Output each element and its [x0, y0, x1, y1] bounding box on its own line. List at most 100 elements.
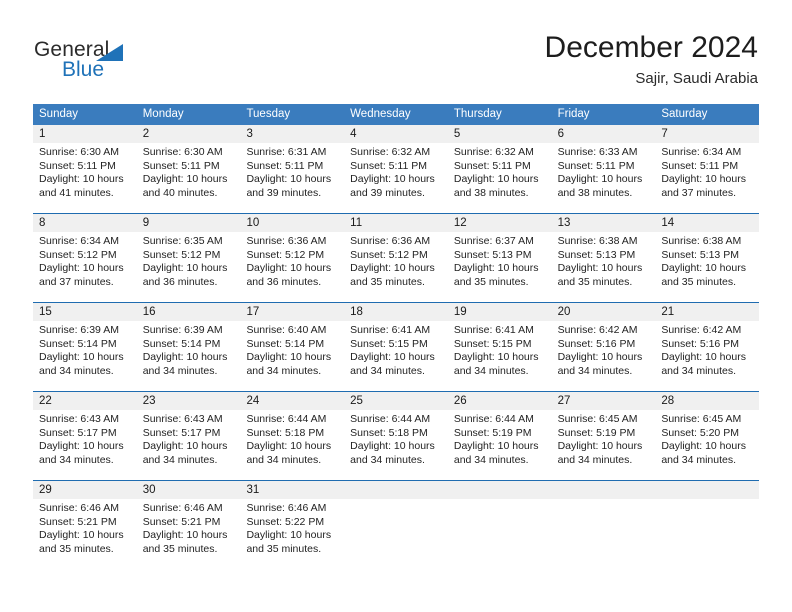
day-number: 27 — [551, 392, 656, 410]
daylight-text: Daylight: 10 hours and 35 minutes. — [350, 262, 435, 288]
sunrise-text: Sunrise: 6:42 AM — [661, 324, 742, 336]
day-details: Sunrise: 6:44 AM Sunset: 5:18 PM Daylight:… — [344, 410, 448, 480]
day-details: Sunrise: 6:42 AM Sunset: 5:16 PM Daylight:… — [655, 321, 759, 391]
day-cell[interactable]: 19 Sunrise: 6:41 AM Sunset: 5:15 PM Dayligh… — [447, 303, 552, 391]
day-number: 1 — [33, 125, 137, 143]
day-cell[interactable]: 24 Sunrise: 6:44 AM Sunset: 5:18 PM Dayligh… — [240, 392, 345, 480]
day-cell[interactable]: 9 Sunrise: 6:35 AM Sunset: 5:12 PM Daylight… — [136, 214, 241, 302]
daylight-text: Daylight: 10 hours and 39 minutes. — [350, 173, 435, 199]
day-number: 30 — [136, 481, 241, 499]
daylight-text: Daylight: 10 hours and 35 minutes. — [557, 262, 643, 288]
sunset-text: Sunset: 5:19 PM — [557, 426, 636, 439]
day-details: Sunrise: 6:45 AM Sunset: 5:19 PM Daylight:… — [552, 410, 656, 480]
day-cell[interactable]: 31 Sunrise: 6:46 AM Sunset: 5:22 PM Dayligh… — [240, 481, 345, 569]
daylight-text: Daylight: 10 hours and 40 minutes. — [142, 173, 228, 199]
sunset-text: Sunset: 5:14 PM — [142, 337, 221, 350]
day-details: Sunrise: 6:45 AM Sunset: 5:20 PM Daylight:… — [655, 410, 759, 480]
day-details: Sunrise: 6:36 AM Sunset: 5:12 PM Daylight:… — [240, 232, 344, 302]
sunset-text: Sunset: 5:19 PM — [453, 426, 532, 439]
day-cell[interactable]: 17 Sunrise: 6:40 AM Sunset: 5:14 PM Dayligh… — [240, 303, 345, 391]
day-cell[interactable]: 16 Sunrise: 6:39 AM Sunset: 5:14 PM Dayligh… — [136, 303, 241, 391]
day-details: Sunrise: 6:37 AM Sunset: 5:13 PM Daylight:… — [448, 232, 552, 302]
day-details: Sunrise: 6:46 AM Sunset: 5:22 PM Daylight:… — [240, 499, 344, 569]
sunrise-text: Sunrise: 6:43 AM — [142, 413, 223, 425]
weekday-header-friday: Friday — [557, 108, 590, 120]
day-cell[interactable]: 5 Sunrise: 6:32 AM Sunset: 5:11 PM Daylight… — [447, 125, 552, 213]
day-cell[interactable]: 28 Sunrise: 6:45 AM Sunset: 5:20 PM Dayligh… — [655, 392, 760, 480]
day-cell[interactable]: 25 Sunrise: 6:44 AM Sunset: 5:18 PM Dayligh… — [344, 392, 448, 480]
sunset-text: Sunset: 5:12 PM — [350, 248, 428, 261]
day-cell[interactable]: 13 Sunrise: 6:38 AM Sunset: 5:13 PM Dayligh… — [551, 214, 656, 302]
sunset-text: Sunset: 5:16 PM — [661, 337, 739, 350]
day-cell[interactable]: 26 Sunrise: 6:44 AM Sunset: 5:19 PM Dayligh… — [447, 392, 552, 480]
day-cell[interactable]: 20 Sunrise: 6:42 AM Sunset: 5:16 PM Dayligh… — [551, 303, 656, 391]
daylight-text: Daylight: 10 hours and 37 minutes. — [39, 262, 124, 288]
week-row: 8 Sunrise: 6:34 AM Sunset: 5:12 PM Daylight… — [33, 213, 760, 302]
daylight-text: Daylight: 10 hours and 35 minutes. — [39, 529, 124, 555]
sunset-text: Sunset: 5:13 PM — [453, 248, 532, 261]
day-number: 10 — [240, 214, 345, 232]
daylight-text: Daylight: 10 hours and 34 minutes. — [246, 351, 332, 377]
page-header: General Blue December 2024 Sajir, Saudi … — [0, 0, 792, 96]
day-cell[interactable]: 11 Sunrise: 6:36 AM Sunset: 5:12 PM Dayligh… — [344, 214, 448, 302]
day-number: 14 — [655, 214, 760, 232]
day-cell[interactable]: 12 Sunrise: 6:37 AM Sunset: 5:13 PM Dayligh… — [447, 214, 552, 302]
sunset-text: Sunset: 5:22 PM — [246, 515, 325, 528]
day-cell[interactable]: 15 Sunrise: 6:39 AM Sunset: 5:14 PM Dayligh… — [33, 303, 137, 391]
day-cell[interactable]: 14 Sunrise: 6:38 AM Sunset: 5:13 PM Dayligh… — [655, 214, 760, 302]
sunrise-text: Sunrise: 6:30 AM — [142, 146, 223, 158]
day-cell[interactable]: 10 Sunrise: 6:36 AM Sunset: 5:12 PM Dayligh… — [240, 214, 345, 302]
day-details: Sunrise: 6:39 AM Sunset: 5:14 PM Daylight:… — [33, 321, 137, 391]
day-cell[interactable]: 1 Sunrise: 6:30 AM Sunset: 5:11 PM Daylight… — [33, 125, 137, 213]
day-cell[interactable]: 4 Sunrise: 6:32 AM Sunset: 5:11 PM Daylight… — [344, 125, 448, 213]
day-cell[interactable]: 27 Sunrise: 6:45 AM Sunset: 5:19 PM Dayligh… — [551, 392, 656, 480]
day-details: Sunrise: 6:46 AM Sunset: 5:21 PM Daylight:… — [33, 499, 137, 569]
calendar-page: General Blue December 2024 Sajir, Saudi … — [0, 0, 792, 612]
day-number: 23 — [136, 392, 241, 410]
sunrise-text: Sunrise: 6:45 AM — [557, 413, 638, 425]
daylight-text: Daylight: 10 hours and 34 minutes. — [39, 351, 124, 377]
sunset-text: Sunset: 5:11 PM — [246, 159, 324, 172]
day-cell[interactable]: 18 Sunrise: 6:41 AM Sunset: 5:15 PM Dayligh… — [344, 303, 448, 391]
sunset-text: Sunset: 5:12 PM — [39, 248, 117, 261]
day-cell[interactable]: 3 Sunrise: 6:31 AM Sunset: 5:11 PM Daylight… — [240, 125, 345, 213]
day-details: Sunrise: 6:46 AM Sunset: 5:21 PM Daylight:… — [137, 499, 241, 569]
sunrise-text: Sunrise: 6:44 AM — [246, 413, 327, 425]
day-number: 5 — [447, 125, 552, 143]
sunset-text: Sunset: 5:21 PM — [39, 515, 117, 528]
day-cell[interactable]: 8 Sunrise: 6:34 AM Sunset: 5:12 PM Daylight… — [33, 214, 137, 302]
sunrise-text: Sunrise: 6:41 AM — [453, 324, 534, 336]
daylight-text: Daylight: 10 hours and 34 minutes. — [661, 351, 746, 377]
day-cell[interactable]: 29 Sunrise: 6:46 AM Sunset: 5:21 PM Dayligh… — [33, 481, 137, 569]
logo-text-blue: Blue — [62, 58, 105, 81]
daylight-text: Daylight: 10 hours and 34 minutes. — [39, 440, 124, 466]
day-cell[interactable]: 2 Sunrise: 6:30 AM Sunset: 5:11 PM Daylight… — [136, 125, 241, 213]
daylight-text: Daylight: 10 hours and 34 minutes. — [246, 440, 332, 466]
day-details: Sunrise: 6:30 AM Sunset: 5:11 PM Daylight:… — [137, 143, 241, 213]
sunset-text: Sunset: 5:11 PM — [557, 159, 635, 172]
daylight-text: Daylight: 10 hours and 34 minutes. — [350, 440, 435, 466]
sunrise-text: Sunrise: 6:40 AM — [246, 324, 327, 336]
day-cell[interactable]: 6 Sunrise: 6:33 AM Sunset: 5:11 PM Daylight… — [551, 125, 656, 213]
daylight-text: Daylight: 10 hours and 35 minutes. — [661, 262, 746, 288]
weekday-header-row: Sunday Monday Tuesday Wednesday Thursday… — [33, 104, 759, 125]
sunrise-text: Sunrise: 6:32 AM — [350, 146, 431, 158]
day-number: 21 — [655, 303, 760, 321]
day-number: 3 — [240, 125, 345, 143]
day-cell[interactable]: 22 Sunrise: 6:43 AM Sunset: 5:17 PM Dayligh… — [33, 392, 137, 480]
day-cell[interactable]: 30 Sunrise: 6:46 AM Sunset: 5:21 PM Dayligh… — [136, 481, 241, 569]
day-number — [551, 481, 656, 499]
sunrise-text: Sunrise: 6:43 AM — [39, 413, 119, 425]
day-cell[interactable]: 23 Sunrise: 6:43 AM Sunset: 5:17 PM Dayligh… — [136, 392, 241, 480]
day-cell[interactable]: 7 Sunrise: 6:34 AM Sunset: 5:11 PM Daylight… — [655, 125, 760, 213]
day-cell[interactable]: 21 Sunrise: 6:42 AM Sunset: 5:16 PM Dayligh… — [655, 303, 760, 391]
week-row: 22 Sunrise: 6:43 AM Sunset: 5:17 PM Dayligh… — [33, 391, 760, 480]
week-row: 1 Sunrise: 6:30 AM Sunset: 5:11 PM Daylight… — [33, 125, 760, 213]
sunrise-text: Sunrise: 6:37 AM — [453, 235, 534, 247]
day-number: 18 — [344, 303, 448, 321]
sunrise-text: Sunrise: 6:30 AM — [39, 146, 119, 158]
day-details: Sunrise: 6:32 AM Sunset: 5:11 PM Daylight:… — [448, 143, 552, 213]
day-number: 16 — [136, 303, 241, 321]
sunset-text: Sunset: 5:15 PM — [453, 337, 532, 350]
daylight-text: Daylight: 10 hours and 34 minutes. — [142, 440, 228, 466]
